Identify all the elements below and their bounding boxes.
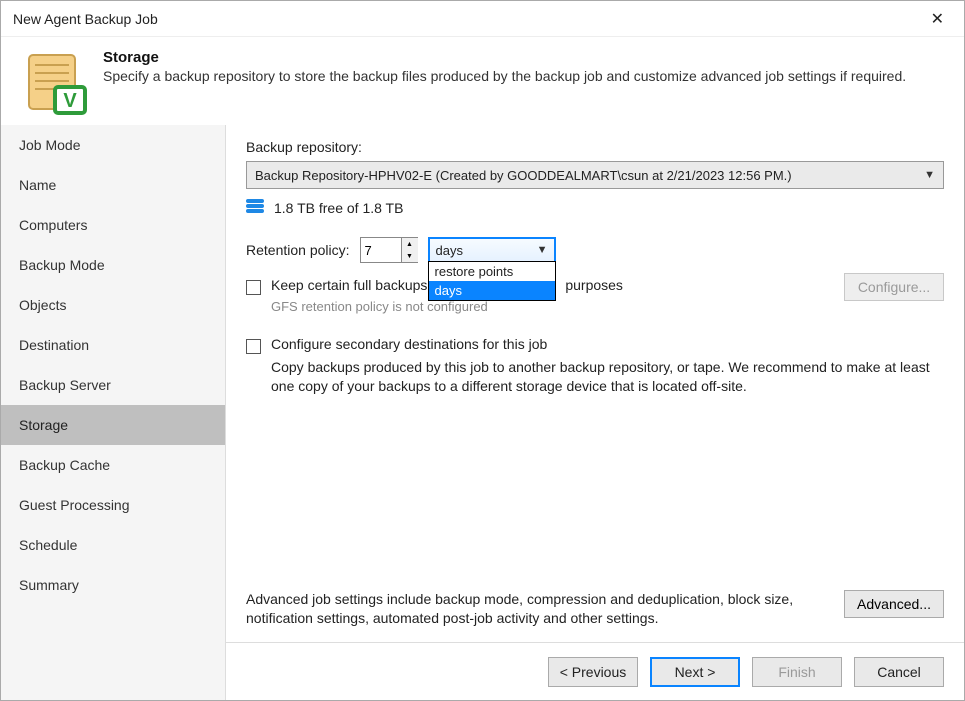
backup-repository-select[interactable]: Backup Repository-HPHV02-E (Created by G…: [246, 161, 944, 189]
sidebar-item-backup-mode[interactable]: Backup Mode: [1, 245, 225, 285]
page-title: Storage: [103, 49, 906, 66]
svg-text:V: V: [63, 90, 77, 112]
backup-repository-label: Backup repository:: [246, 139, 944, 155]
free-space-row: 1.8 TB free of 1.8 TB: [246, 199, 944, 217]
sidebar-item-destination[interactable]: Destination: [1, 325, 225, 365]
secondary-destinations-row: Configure secondary destinations for thi…: [246, 336, 944, 354]
disk-stack-icon: [246, 199, 264, 217]
wizard-sidebar: Job Mode Name Computers Backup Mode Obje…: [1, 125, 226, 700]
secondary-destinations-description: Copy backups produced by this job to ano…: [271, 358, 944, 396]
retention-unit-option-restore-points[interactable]: restore points: [429, 262, 555, 281]
gfs-label-after: purposes: [565, 277, 623, 293]
wizard-footer: < Previous Next > Finish Cancel: [226, 642, 964, 700]
sidebar-item-backup-cache[interactable]: Backup Cache: [1, 445, 225, 485]
header-text: Storage Specify a backup repository to s…: [103, 49, 906, 119]
storage-wizard-icon: V: [21, 49, 91, 119]
free-space-text: 1.8 TB free of 1.8 TB: [274, 200, 403, 216]
gfs-checkbox-row: Keep certain full backups purposes: [246, 277, 944, 295]
main-area: Job Mode Name Computers Backup Mode Obje…: [1, 125, 964, 700]
chevron-down-icon: ▼: [537, 244, 548, 256]
close-icon[interactable]: ✕: [923, 5, 952, 33]
gfs-checkbox[interactable]: [246, 280, 261, 295]
chevron-down-icon: ▼: [924, 169, 935, 181]
sidebar-item-guest-processing[interactable]: Guest Processing: [1, 485, 225, 525]
retention-value-spinner[interactable]: ▲ ▼: [360, 237, 418, 263]
sidebar-item-job-mode[interactable]: Job Mode: [1, 125, 225, 165]
gfs-label-before: Keep certain full backups: [271, 277, 427, 293]
window-title: New Agent Backup Job: [13, 11, 923, 27]
secondary-destinations-label: Configure secondary destinations for thi…: [271, 336, 547, 352]
advanced-button[interactable]: Advanced...: [844, 590, 944, 618]
finish-button: Finish: [752, 657, 842, 687]
sidebar-item-schedule[interactable]: Schedule: [1, 525, 225, 565]
sidebar-item-computers[interactable]: Computers: [1, 205, 225, 245]
header-area: V Storage Specify a backup repository to…: [1, 37, 964, 139]
retention-unit-dropdown: restore points days: [428, 261, 556, 301]
cancel-button[interactable]: Cancel: [854, 657, 944, 687]
sidebar-item-objects[interactable]: Objects: [1, 285, 225, 325]
advanced-settings-row: Advanced job settings include backup mod…: [246, 590, 944, 628]
secondary-destinations-checkbox[interactable]: [246, 339, 261, 354]
retention-policy-row: Retention policy: ▲ ▼ days ▼ restore poi…: [246, 237, 944, 263]
retention-value-input[interactable]: [361, 238, 401, 262]
backup-repository-value: Backup Repository-HPHV02-E (Created by G…: [255, 168, 924, 183]
page-subtitle: Specify a backup repository to store the…: [103, 68, 906, 84]
retention-unit-value: days: [436, 243, 537, 258]
next-button[interactable]: Next >: [650, 657, 740, 687]
sidebar-item-backup-server[interactable]: Backup Server: [1, 365, 225, 405]
sidebar-item-name[interactable]: Name: [1, 165, 225, 205]
retention-unit-select[interactable]: days ▼: [428, 237, 556, 263]
previous-button[interactable]: < Previous: [548, 657, 638, 687]
spinner-down-button[interactable]: ▼: [402, 250, 418, 262]
configure-button: Configure...: [844, 273, 944, 301]
spinner-up-button[interactable]: ▲: [402, 238, 418, 250]
retention-unit-option-days[interactable]: days: [429, 281, 555, 300]
gfs-hint-text: GFS retention policy is not configured: [271, 299, 944, 314]
content-area: Backup repository: Backup Repository-HPH…: [226, 125, 964, 700]
title-bar: New Agent Backup Job ✕: [1, 1, 964, 37]
retention-policy-label: Retention policy:: [246, 242, 350, 258]
sidebar-item-summary[interactable]: Summary: [1, 565, 225, 605]
advanced-settings-text: Advanced job settings include backup mod…: [246, 590, 832, 628]
sidebar-item-storage[interactable]: Storage: [1, 405, 225, 445]
